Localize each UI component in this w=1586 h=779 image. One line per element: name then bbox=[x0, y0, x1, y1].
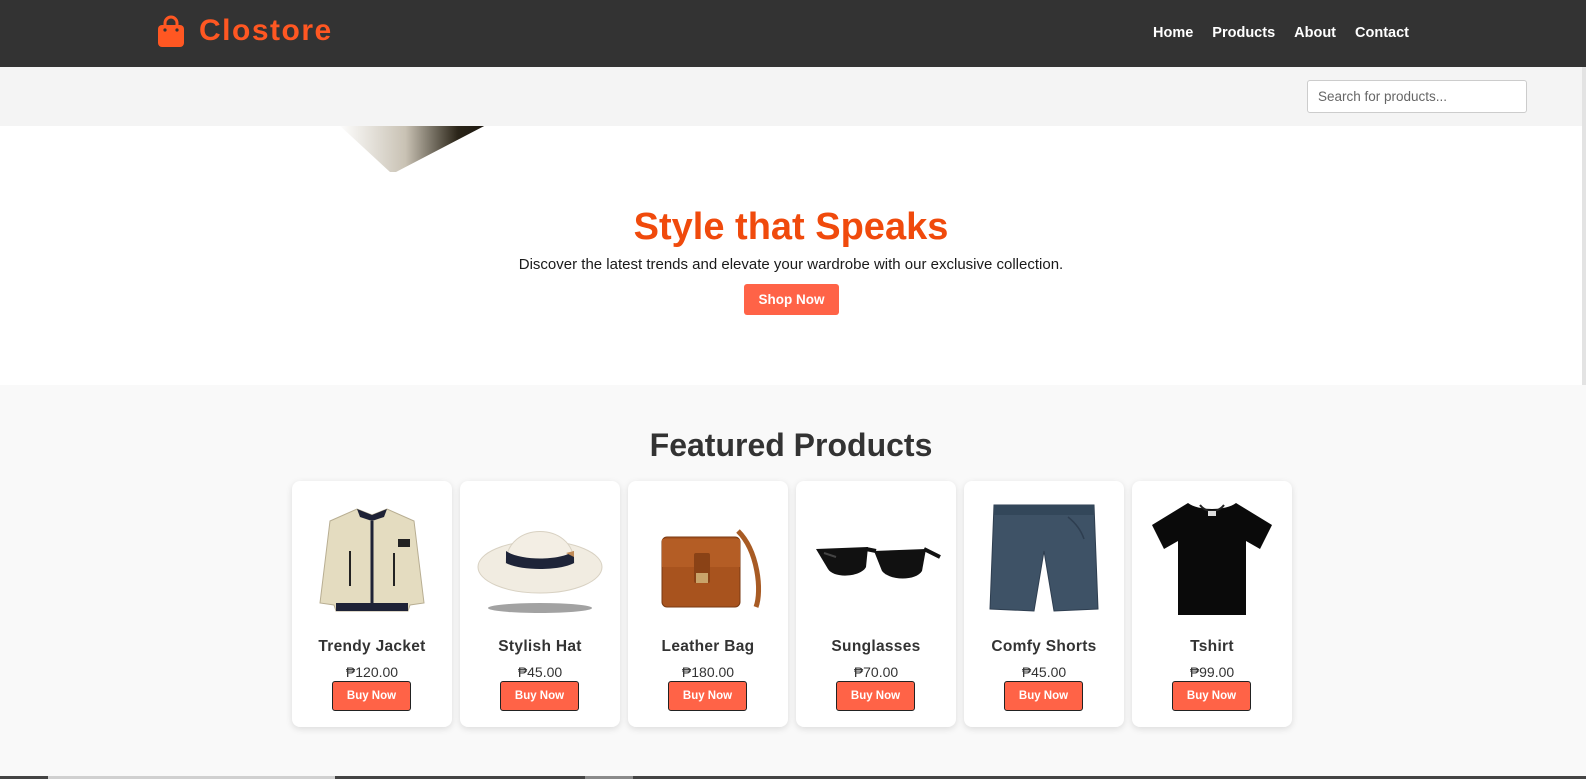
section-title: Featured Products bbox=[649, 427, 933, 463]
brand-name: Clostore bbox=[199, 14, 333, 47]
shorts-image bbox=[989, 504, 1099, 612]
shopping-bag-icon bbox=[158, 15, 184, 47]
buy-now-button[interactable]: Buy Now bbox=[1004, 681, 1083, 711]
leather-bag-image bbox=[661, 529, 762, 608]
featured-products-section: Featured Products Trendy Jacket ₱120.00 … bbox=[0, 385, 1586, 779]
hero-subtitle: Discover the latest trends and elevate y… bbox=[518, 256, 1064, 273]
product-card: Trendy Jacket ₱120.00 Buy Now bbox=[292, 481, 452, 727]
buy-now-button[interactable]: Buy Now bbox=[668, 681, 747, 711]
buy-now-button[interactable]: Buy Now bbox=[836, 681, 915, 711]
product-name: Stylish Hat bbox=[498, 638, 582, 655]
hero-background-image bbox=[340, 126, 485, 172]
vertical-scrollbar[interactable] bbox=[1582, 67, 1586, 385]
product-name: Sunglasses bbox=[831, 638, 921, 655]
product-price: ₱45.00 bbox=[517, 664, 563, 680]
product-card: Leather Bag ₱180.00 Buy Now bbox=[628, 481, 788, 727]
buy-now-button[interactable]: Buy Now bbox=[500, 681, 579, 711]
shop-now-button[interactable]: Shop Now bbox=[744, 284, 839, 315]
product-price: ₱45.00 bbox=[1021, 664, 1067, 680]
product-name: Leather Bag bbox=[661, 638, 755, 655]
hero-title: Style that Speaks bbox=[633, 206, 949, 248]
buy-now-button[interactable]: Buy Now bbox=[332, 681, 411, 711]
product-card: Tshirt ₱99.00 Buy Now bbox=[1132, 481, 1292, 727]
search-input[interactable] bbox=[1307, 80, 1527, 113]
nav-home[interactable]: Home bbox=[1153, 25, 1193, 41]
product-price: ₱120.00 bbox=[345, 664, 399, 680]
product-price: ₱180.00 bbox=[681, 664, 735, 680]
sunglasses-image bbox=[816, 547, 941, 579]
main-nav: Home Products About Contact bbox=[1153, 25, 1409, 41]
nav-about[interactable]: About bbox=[1294, 25, 1336, 41]
nav-products[interactable]: Products bbox=[1212, 25, 1275, 41]
buy-now-button[interactable]: Buy Now bbox=[1172, 681, 1251, 711]
product-card: Comfy Shorts ₱45.00 Buy Now bbox=[964, 481, 1124, 727]
jacket-image bbox=[319, 508, 425, 612]
product-name: Comfy Shorts bbox=[991, 638, 1097, 655]
tshirt-image bbox=[1152, 503, 1272, 615]
search-bar-section bbox=[0, 67, 1586, 126]
product-price: ₱70.00 bbox=[853, 664, 899, 680]
hat-image bbox=[477, 531, 603, 613]
site-header: Clostore Home Products About Contact bbox=[0, 0, 1586, 67]
product-grid: Trendy Jacket ₱120.00 Buy Now Stylish Ha… bbox=[292, 481, 1292, 727]
product-name: Trendy Jacket bbox=[318, 638, 426, 655]
brand-logo[interactable]: Clostore bbox=[157, 14, 333, 48]
hero-banner: Style that Speaks Discover the latest tr… bbox=[0, 126, 1586, 385]
product-card: Stylish Hat ₱45.00 Buy Now bbox=[460, 481, 620, 727]
product-card: Sunglasses ₱70.00 Buy Now bbox=[796, 481, 956, 727]
product-name: Tshirt bbox=[1190, 638, 1234, 655]
product-price: ₱99.00 bbox=[1189, 664, 1235, 680]
nav-contact[interactable]: Contact bbox=[1355, 25, 1409, 41]
